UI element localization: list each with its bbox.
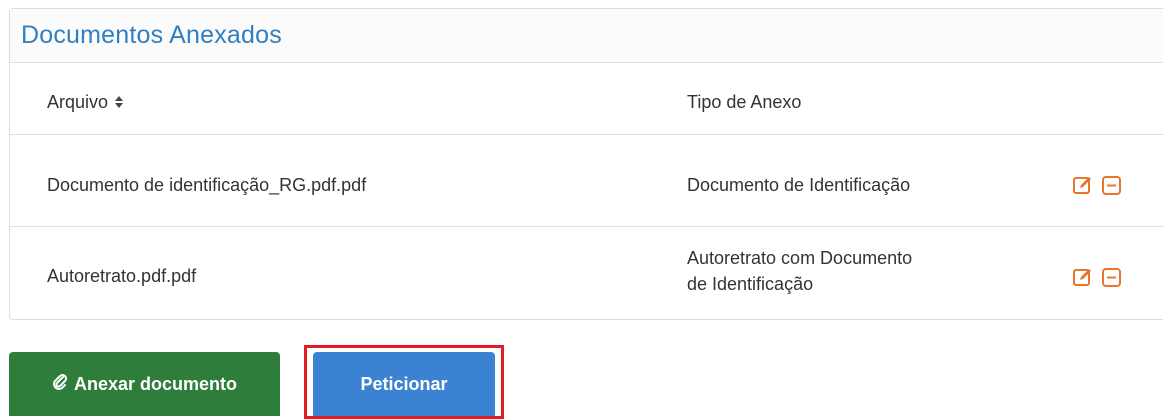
- row-2-file: Autoretrato.pdf.pdf: [47, 266, 197, 286]
- sort-icon[interactable]: [114, 90, 124, 116]
- row-2-type-line2: de Identificação: [687, 274, 814, 294]
- row-2-actions: [1072, 266, 1123, 288]
- panel-title: Documentos Anexados: [21, 21, 282, 49]
- edit-icon[interactable]: [1072, 174, 1094, 196]
- attach-document-button[interactable]: Anexar documento: [9, 352, 280, 416]
- remove-icon[interactable]: [1101, 174, 1123, 196]
- row-divider: [10, 134, 1164, 135]
- row-2-type: Autoretrato com Documento de Identificaç…: [687, 245, 912, 297]
- submit-petition-label: Peticionar: [360, 373, 448, 394]
- row-2-type-line1: Autoretrato com Documento: [687, 248, 913, 268]
- column-header-file-label: Arquivo: [47, 92, 109, 112]
- paperclip-icon: [52, 373, 68, 396]
- attached-documents-panel: Documentos Anexados Arquivo Tipo de Anex…: [9, 8, 1164, 320]
- row-1-file: Documento de identificação_RG.pdf.pdf: [47, 175, 367, 195]
- remove-icon[interactable]: [1101, 266, 1123, 288]
- row-1-type: Documento de Identificação: [687, 175, 911, 195]
- column-header-type: Tipo de Anexo: [687, 92, 802, 112]
- panel-header: Documentos Anexados: [10, 9, 1163, 63]
- column-header-file[interactable]: Arquivo: [47, 89, 124, 116]
- row-1-actions: [1072, 174, 1123, 196]
- attach-document-label: Anexar documento: [73, 373, 238, 394]
- edit-icon[interactable]: [1072, 266, 1094, 288]
- row-divider: [10, 226, 1164, 227]
- submit-petition-button[interactable]: Peticionar: [313, 352, 495, 416]
